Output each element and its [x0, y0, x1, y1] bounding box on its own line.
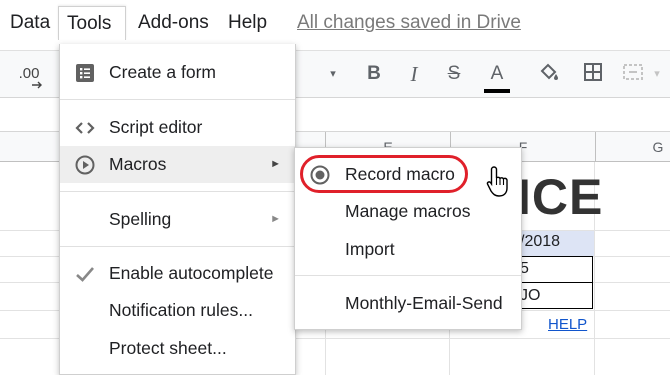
menu-separator: [60, 191, 295, 192]
code-icon: [75, 122, 95, 134]
menu-item-macros[interactable]: Macros ►: [60, 146, 295, 183]
submenu-arrow-icon: ►: [270, 213, 281, 225]
merge-cells-icon: [623, 64, 643, 80]
menu-item-monthly-email-send[interactable]: Monthly-Email-Send: [295, 285, 521, 322]
menu-item-label: Spelling: [109, 209, 172, 229]
menu-item-label: Enable autocomplete: [109, 263, 274, 283]
play-circle-icon: [75, 155, 95, 175]
menu-item-label: Notification rules...: [109, 300, 253, 320]
arrow-right-icon: [32, 81, 42, 89]
menu-item-label: Import: [345, 239, 395, 259]
borders-icon: [584, 63, 602, 81]
fill-color-button[interactable]: [536, 61, 562, 87]
menu-data[interactable]: Data: [2, 6, 58, 40]
merge-cells-button[interactable]: [620, 61, 646, 87]
form-icon: [76, 64, 94, 82]
invoice-title-cell[interactable]: ICE: [517, 168, 603, 226]
text-color-swatch: [484, 89, 510, 93]
menu-item-spelling[interactable]: Spelling ►: [60, 201, 295, 238]
menu-item-label: Monthly-Email-Send: [345, 293, 503, 313]
submenu-arrow-icon: ►: [270, 158, 281, 170]
cell-f5[interactable]: JO: [520, 287, 540, 305]
save-status-link[interactable]: All changes saved in Drive: [297, 6, 521, 40]
italic-button[interactable]: I: [402, 61, 426, 87]
tools-menu: Create a form Script editor Macros ► Spe…: [59, 44, 296, 375]
menu-item-label: Macros: [109, 154, 167, 174]
dropdown-arrow-icon[interactable]: ▾: [326, 61, 340, 87]
menu-item-label: Create a form: [109, 62, 216, 82]
menu-item-import[interactable]: Import: [295, 231, 521, 268]
decimal-label: .00: [18, 65, 40, 82]
decrease-decimal-button[interactable]: .00: [14, 61, 44, 89]
menu-item-label: Script editor: [109, 117, 203, 137]
menu-item-label: Manage macros: [345, 201, 471, 221]
merge-dropdown-icon[interactable]: ▾: [650, 61, 664, 87]
menu-item-enable-autocomplete[interactable]: Enable autocomplete: [60, 255, 295, 292]
hand-cursor-icon: [486, 166, 508, 197]
menu-item-notification-rules[interactable]: Notification rules...: [60, 292, 295, 329]
borders-button[interactable]: [580, 61, 606, 87]
column-header-g[interactable]: G: [595, 132, 670, 162]
paint-bucket-icon: [540, 63, 558, 80]
strikethrough-button[interactable]: S: [442, 61, 466, 87]
menu-separator: [60, 99, 295, 100]
text-color-label: A: [490, 63, 504, 84]
highlight-oval: [300, 155, 468, 193]
menu-tools[interactable]: Tools: [58, 6, 126, 40]
checkmark-icon: [76, 267, 94, 282]
bold-button[interactable]: B: [362, 61, 386, 87]
menu-add-ons[interactable]: Add-ons: [130, 6, 217, 40]
date-cell[interactable]: /2018: [520, 233, 560, 251]
help-link[interactable]: HELP: [548, 316, 587, 333]
menu-item-protect-sheet[interactable]: Protect sheet...: [60, 330, 295, 367]
menu-item-label: Protect sheet...: [109, 338, 227, 358]
menu-item-create-form[interactable]: Create a form: [60, 54, 295, 91]
menu-item-script-editor[interactable]: Script editor: [60, 109, 295, 146]
menu-help[interactable]: Help: [220, 6, 275, 40]
menu-separator: [60, 246, 295, 247]
menu-bar: Data Tools Add-ons Help All changes save…: [0, 0, 670, 50]
menu-separator: [295, 275, 521, 276]
text-color-button[interactable]: A: [482, 61, 512, 93]
